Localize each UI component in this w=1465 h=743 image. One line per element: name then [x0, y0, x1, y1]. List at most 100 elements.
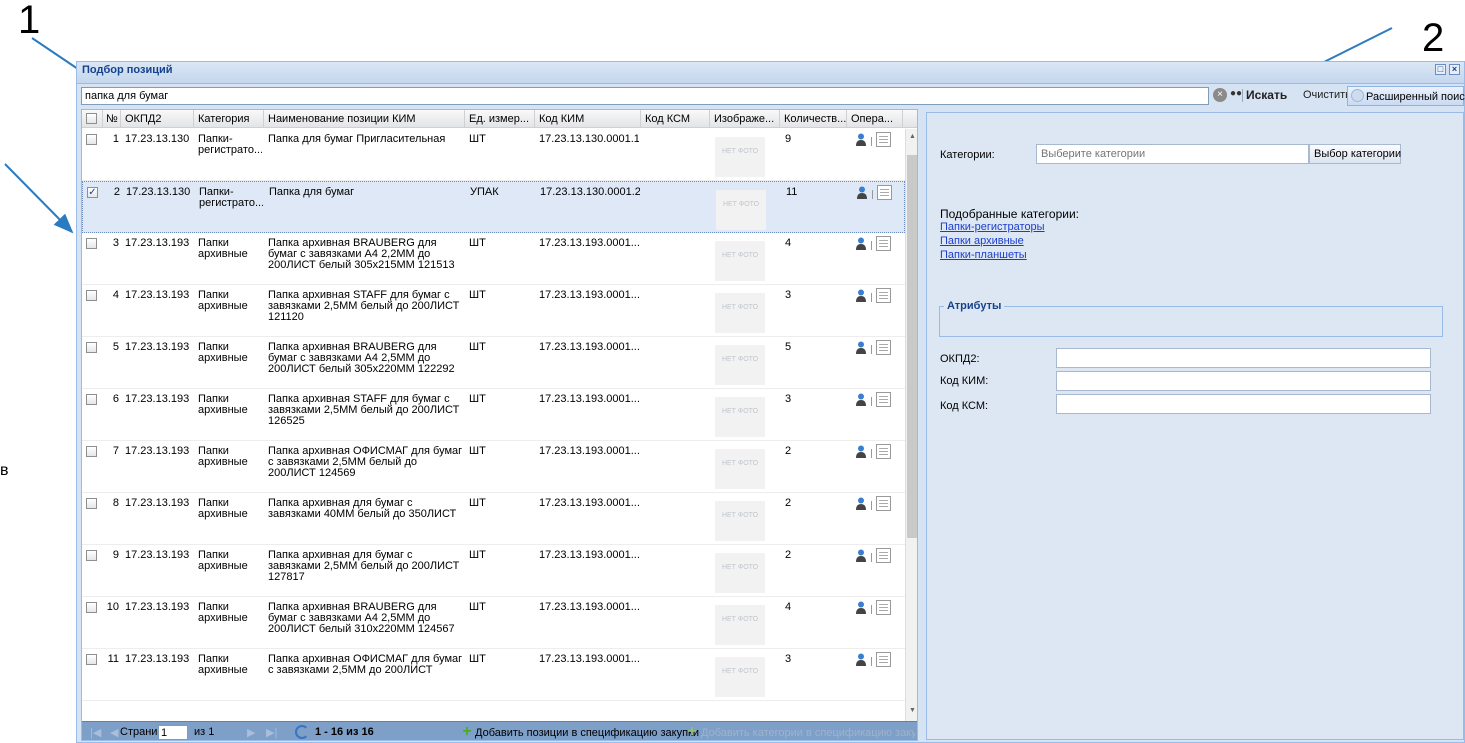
- page-number-input[interactable]: [158, 725, 188, 740]
- person-icon[interactable]: [856, 497, 866, 510]
- advanced-search-button[interactable]: Расширенный поиск: [1347, 86, 1465, 106]
- clear-icon[interactable]: ×: [1213, 88, 1227, 102]
- row-select-cell[interactable]: [86, 134, 100, 145]
- document-icon[interactable]: [876, 600, 891, 615]
- header-ksm[interactable]: Код КСМ: [641, 110, 710, 128]
- close-icon[interactable]: ×: [1449, 64, 1460, 75]
- binoculars-icon[interactable]: ●●: [1230, 88, 1242, 99]
- document-icon[interactable]: [877, 185, 892, 200]
- add-categories-button[interactable]: Добавить категории в спецификацию закупк…: [701, 727, 915, 739]
- row-select-cell[interactable]: [86, 238, 100, 249]
- scroll-down-icon[interactable]: ▼: [909, 707, 916, 714]
- document-icon[interactable]: [876, 548, 891, 563]
- person-icon[interactable]: [856, 601, 866, 614]
- row-checkbox[interactable]: [86, 342, 97, 353]
- person-icon[interactable]: [857, 186, 867, 199]
- row-select-cell[interactable]: [86, 394, 100, 405]
- next-page-icon[interactable]: ▶: [247, 726, 255, 739]
- header-okpd2[interactable]: ОКПД2: [121, 110, 194, 128]
- header-unit[interactable]: Ед. измер...: [465, 110, 535, 128]
- table-row[interactable]: 9 17.23.13.193 Папки архивные Папка архивна…: [82, 545, 905, 597]
- row-checkbox[interactable]: [86, 290, 97, 301]
- document-icon[interactable]: [876, 236, 891, 251]
- person-icon[interactable]: [856, 341, 866, 354]
- row-unit: ШТ: [469, 134, 486, 145]
- table-row[interactable]: 6 17.23.13.193 Папки архивные Папка архивна…: [82, 389, 905, 441]
- okpd2-input[interactable]: [1056, 348, 1431, 368]
- header-name[interactable]: Наименование позиции КИМ: [264, 110, 465, 128]
- select-all-checkbox[interactable]: [86, 113, 97, 124]
- table-row[interactable]: 7 17.23.13.193 Папки архивные Папка архивна…: [82, 441, 905, 493]
- person-icon[interactable]: [856, 549, 866, 562]
- matched-category-link-2[interactable]: Папки архивные: [940, 235, 1024, 247]
- row-select-cell[interactable]: ✓: [87, 187, 101, 198]
- row-select-cell[interactable]: [86, 550, 100, 561]
- first-page-icon[interactable]: |◀: [90, 726, 101, 739]
- row-checkbox[interactable]: [86, 498, 97, 509]
- row-select-cell[interactable]: [86, 654, 100, 665]
- header-ops[interactable]: Опера...: [847, 110, 903, 128]
- header-category[interactable]: Категория: [194, 110, 264, 128]
- table-row[interactable]: 8 17.23.13.193 Папки архивные Папка архивна…: [82, 493, 905, 545]
- header-qty[interactable]: Количеств...: [780, 110, 847, 128]
- row-select-cell[interactable]: [86, 342, 100, 353]
- row-checkbox[interactable]: ✓: [87, 187, 98, 198]
- table-row[interactable]: 10 17.23.13.193 Папки архивные Папка архивн…: [82, 597, 905, 649]
- row-checkbox[interactable]: [86, 602, 97, 613]
- refresh-icon[interactable]: [295, 725, 309, 739]
- row-select-cell[interactable]: [86, 290, 100, 301]
- matched-category-link-1[interactable]: Папки-регистраторы: [940, 221, 1045, 233]
- header-select-all[interactable]: [82, 110, 103, 128]
- annotation-number-1: 1: [18, 0, 41, 42]
- table-row[interactable]: 3 17.23.13.193 Папки архивные Папка архивна…: [82, 233, 905, 285]
- maximize-icon[interactable]: □: [1435, 64, 1446, 75]
- document-icon[interactable]: [876, 444, 891, 459]
- row-select-cell[interactable]: [86, 446, 100, 457]
- person-icon[interactable]: [856, 237, 866, 250]
- attributes-fieldset: Атрибуты: [939, 300, 1443, 337]
- matched-category-link-3[interactable]: Папки-планшеты: [940, 249, 1027, 261]
- table-row[interactable]: 11 17.23.13.193 Папки архивные Папка архивн…: [82, 649, 905, 701]
- header-num[interactable]: №: [103, 110, 121, 128]
- search-input[interactable]: [81, 87, 1209, 105]
- row-select-cell[interactable]: [86, 602, 100, 613]
- add-positions-button[interactable]: Добавить позиции в спецификацию закупки: [475, 727, 699, 739]
- table-row[interactable]: 1 17.23.13.130 Папки-регистрато... Папка дл…: [82, 129, 905, 181]
- scroll-thumb[interactable]: [907, 155, 917, 538]
- table-row[interactable]: ✓ 2 17.23.13.130 Папки-регистрато... Папка д…: [82, 181, 905, 233]
- select-category-button[interactable]: Выбор категории: [1309, 144, 1401, 164]
- last-page-icon[interactable]: ▶|: [266, 726, 277, 739]
- window-title-bar: Подбор позиций □ ×: [77, 62, 1464, 84]
- table-row[interactable]: 4 17.23.13.193 Папки архивные Папка архивна…: [82, 285, 905, 337]
- scroll-up-icon[interactable]: ▲: [909, 133, 916, 140]
- ksm-code-input[interactable]: [1056, 394, 1431, 414]
- person-icon[interactable]: [856, 445, 866, 458]
- row-checkbox[interactable]: [86, 654, 97, 665]
- table-row[interactable]: 5 17.23.13.193 Папки архивные Папка архивна…: [82, 337, 905, 389]
- clear-button[interactable]: Очистить: [1303, 89, 1351, 101]
- document-icon[interactable]: [876, 496, 891, 511]
- search-button[interactable]: Искать: [1246, 88, 1287, 102]
- items-grid: № ОКПД2 Категория Наименование позиции К…: [81, 109, 918, 741]
- person-icon[interactable]: [856, 289, 866, 302]
- row-checkbox[interactable]: [86, 134, 97, 145]
- document-icon[interactable]: [876, 288, 891, 303]
- row-checkbox[interactable]: [86, 550, 97, 561]
- person-icon[interactable]: [856, 393, 866, 406]
- document-icon[interactable]: [876, 340, 891, 355]
- categories-input[interactable]: [1036, 144, 1309, 164]
- grid-vertical-scrollbar[interactable]: ▲ ▼: [905, 129, 917, 721]
- row-checkbox[interactable]: [86, 446, 97, 457]
- ops-separator: [871, 605, 872, 614]
- kim-code-input[interactable]: [1056, 371, 1431, 391]
- row-checkbox[interactable]: [86, 238, 97, 249]
- document-icon[interactable]: [876, 652, 891, 667]
- row-checkbox[interactable]: [86, 394, 97, 405]
- person-icon[interactable]: [856, 133, 866, 146]
- row-select-cell[interactable]: [86, 498, 100, 509]
- header-kim[interactable]: Код КИМ: [535, 110, 641, 128]
- document-icon[interactable]: [876, 392, 891, 407]
- header-image[interactable]: Изображе...: [710, 110, 780, 128]
- document-icon[interactable]: [876, 132, 891, 147]
- person-icon[interactable]: [856, 653, 866, 666]
